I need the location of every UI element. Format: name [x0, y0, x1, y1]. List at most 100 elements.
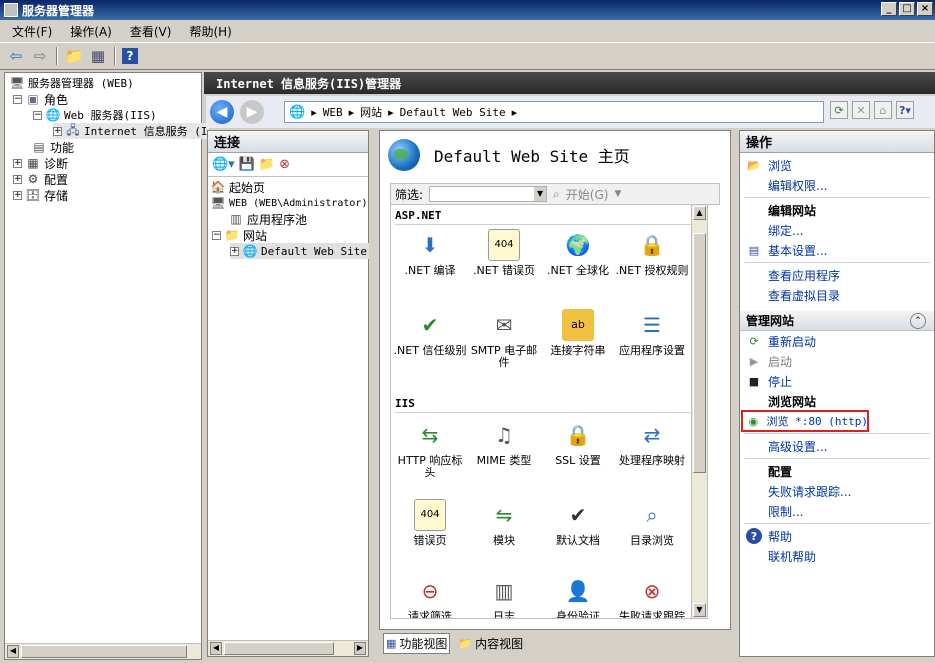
feature-net-trust-levels[interactable]: ✔ .NET 信任级别 [393, 309, 467, 357]
expand-icon[interactable]: + [230, 246, 239, 256]
menu-help[interactable]: 帮助(H) [183, 21, 237, 42]
start-filter-button[interactable]: 开始(G) [566, 186, 609, 203]
scroll-thumb[interactable] [224, 642, 334, 655]
tree-root[interactable]: 🖥 服务器管理器 (WEB) [9, 75, 133, 91]
feature-failed-request-tracing[interactable]: ⊗ 失败请求跟踪 [615, 575, 689, 618]
close-button[interactable]: × [917, 2, 933, 16]
action-view-applications[interactable]: 查看应用程序 [740, 265, 934, 285]
tab-features-view[interactable]: ▦ 功能视图 [383, 632, 451, 654]
scroll-thumb[interactable] [21, 645, 187, 658]
feature-net-authorization[interactable]: 🔒 .NET 授权规则 [615, 229, 689, 277]
feature-ssl-settings[interactable]: 🔒 SSL 设置 [541, 419, 615, 467]
action-start[interactable]: ▶ 启动 [740, 351, 934, 371]
menu-view[interactable]: 查看(V) [124, 21, 178, 42]
feature-default-document[interactable]: ✔ 默认文档 [541, 499, 615, 547]
conn-app-pools[interactable]: ▥ 应用程序池 [228, 211, 307, 227]
action-advanced-settings[interactable]: 高级设置... [740, 436, 934, 456]
scroll-up-icon[interactable]: ▲ [693, 206, 706, 220]
feature-net-compilation[interactable]: ⬇ .NET 编译 [393, 229, 467, 277]
action-bindings[interactable]: 绑定... [740, 220, 934, 240]
help-icon[interactable]: ? [122, 48, 138, 64]
conn-start-page[interactable]: 🏠 起始页 [210, 179, 266, 195]
stop-icon[interactable]: ✕ [852, 101, 870, 119]
expand-icon[interactable]: + [53, 126, 62, 136]
feature-net-error-pages[interactable]: 404 .NET 错误页 [467, 229, 541, 277]
tree-features[interactable]: ▤ 功能 [31, 139, 74, 155]
scroll-right-icon[interactable]: ▶ [354, 642, 366, 655]
action-browse-80[interactable]: ◉ 浏览 *:80 (http) [741, 410, 869, 432]
collapse-icon[interactable]: − [13, 94, 22, 104]
disconnect-icon[interactable]: ⊗ [279, 157, 290, 172]
forward-button[interactable]: ▶ [240, 100, 264, 124]
tree-webserver[interactable]: − 🌐 Web 服务器(IIS) [33, 107, 157, 123]
conn-sites[interactable]: − 📁 网站 [212, 227, 267, 243]
feature-directory-browsing[interactable]: ⌕ 目录浏览 [615, 499, 689, 547]
tree-storage[interactable]: + 🗄 存储 [13, 187, 68, 203]
feature-error-pages[interactable]: 404 错误页 [393, 499, 467, 547]
maximize-button[interactable]: □ [899, 2, 915, 16]
feature-app-settings[interactable]: ☰ 应用程序设置 [615, 309, 689, 357]
feature-http-headers[interactable]: ⇆ HTTP 响应标头 [393, 419, 467, 479]
breadcrumb[interactable]: 🌐 ▸ WEB ▸ 网站 ▸ Default Web Site ▸ [284, 101, 824, 123]
help-dropdown-icon[interactable]: ?▾ [896, 101, 914, 119]
feature-smtp-email[interactable]: ✉ SMTP 电子邮件 [467, 309, 541, 369]
expand-icon[interactable]: + [13, 158, 22, 168]
back-arrow-icon[interactable]: ⇦ [6, 46, 26, 66]
binoculars-icon[interactable]: ⌕ [553, 187, 560, 202]
show-hide-tree-icon[interactable]: ▦ [88, 46, 108, 66]
tree-diagnostics[interactable]: + ▦ 诊断 [13, 155, 68, 171]
action-explore[interactable]: 📂 浏览 [740, 155, 934, 175]
chevron-down-icon[interactable]: ▼ [534, 187, 547, 201]
tab-content-view[interactable]: 📁 内容视图 [456, 634, 525, 653]
features-vscrollbar[interactable]: ▲ ▼ [691, 205, 707, 618]
breadcrumb-sites[interactable]: 网站 [360, 104, 382, 120]
filter-input[interactable]: ▼ [429, 186, 548, 202]
feature-logging[interactable]: ▥ 日志 [467, 575, 541, 618]
breadcrumb-web[interactable]: WEB [323, 106, 343, 119]
menu-file[interactable]: 文件(F) [6, 21, 58, 42]
action-edit-permissions[interactable]: 编辑权限... [740, 175, 934, 195]
feature-authentication[interactable]: 👤 身份验证 [541, 575, 615, 618]
scroll-left-icon[interactable]: ◀ [7, 645, 19, 658]
tree-iis[interactable]: + 🖧 Internet 信息服务 (I [53, 123, 210, 139]
forward-arrow-icon[interactable]: ⇨ [30, 46, 50, 66]
action-basic-settings[interactable]: ▤ 基本设置... [740, 240, 934, 260]
conn-hscrollbar[interactable]: ◀ ▶ [208, 640, 368, 656]
home-icon[interactable]: ⌂ [874, 101, 892, 119]
connect-icon[interactable]: 🌐▾ [212, 157, 235, 172]
collapse-icon[interactable]: − [212, 230, 221, 240]
tree-config[interactable]: + ⚙ 配置 [13, 171, 68, 187]
breadcrumb-site[interactable]: Default Web Site [400, 106, 506, 119]
expand-icon[interactable]: + [13, 174, 22, 184]
feature-request-filtering[interactable]: ⊖ 请求筛选 [393, 575, 467, 618]
action-stop[interactable]: ■ 停止 [740, 371, 934, 391]
conn-server[interactable]: 🖥 WEB (WEB\Administrator) [210, 195, 367, 211]
action-view-virtual-dirs[interactable]: 查看虚拟目录 [740, 285, 934, 305]
scroll-thumb[interactable] [693, 233, 706, 473]
menu-action[interactable]: 操作(A) [64, 21, 118, 42]
tree-hscrollbar[interactable]: ◀ [5, 643, 201, 659]
action-help[interactable]: ? 帮助 [740, 526, 934, 546]
action-failed-request-tracing[interactable]: 失败请求跟踪... [740, 481, 934, 501]
feature-net-globalization[interactable]: 🌍 .NET 全球化 [541, 229, 615, 277]
action-restart[interactable]: ⟳ 重新启动 [740, 331, 934, 351]
back-button[interactable]: ◀ [210, 100, 234, 124]
collapse-icon[interactable]: − [33, 110, 42, 120]
feature-connection-strings[interactable]: ab 连接字符串 [541, 309, 615, 357]
feature-handler-mappings[interactable]: ⇄ 处理程序映射 [615, 419, 689, 467]
up-icon[interactable]: 📁 [259, 157, 275, 172]
expand-icon[interactable]: + [13, 190, 22, 200]
feature-modules[interactable]: ⇋ 模块 [467, 499, 541, 547]
scroll-left-icon[interactable]: ◀ [210, 642, 222, 655]
conn-default-site[interactable]: + 🌐 Default Web Site [230, 243, 369, 259]
action-online-help[interactable]: 联机帮助 [740, 546, 934, 566]
minimize-button[interactable]: _ [881, 2, 897, 16]
up-folder-icon[interactable]: 📁 [64, 46, 84, 66]
feature-mime-types[interactable]: ♫ MIME 类型 [467, 419, 541, 467]
action-limits[interactable]: 限制... [740, 501, 934, 521]
refresh-icon[interactable]: ⟳ [830, 101, 848, 119]
scroll-down-icon[interactable]: ▼ [693, 603, 706, 617]
collapse-icon[interactable]: ⌃ [910, 312, 926, 329]
save-icon[interactable]: 💾 [239, 157, 255, 172]
tree-roles[interactable]: − ▣ 角色 [13, 91, 68, 107]
